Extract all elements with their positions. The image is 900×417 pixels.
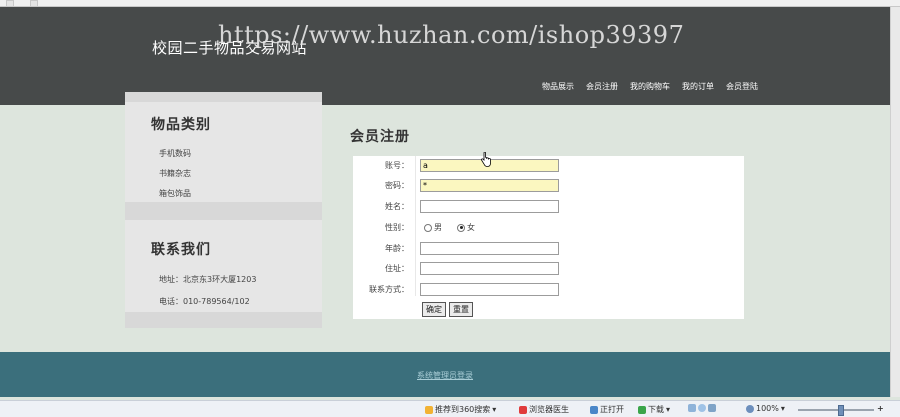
medical-cross-icon	[519, 405, 527, 414]
sidebar: 物品类别 手机数码 书籍杂志 箱包饰品 联系我们 地址：北京东3环大厦1203 …	[125, 92, 322, 328]
form-row-age: 年龄：	[353, 239, 744, 259]
zoom-slider-track[interactable]	[798, 409, 874, 411]
form-row-password: 密码：	[353, 176, 744, 196]
page-icon	[688, 404, 696, 412]
magnifier-icon	[746, 404, 754, 413]
sidebar-band	[125, 312, 322, 328]
statusbar-download-item[interactable]: 下载 ▾	[638, 404, 670, 415]
category-link-bags[interactable]: 箱包饰品	[159, 188, 191, 199]
nav-item-orders[interactable]: 我的订单	[682, 81, 714, 92]
statusbar-opening-label: 正打开	[600, 405, 624, 414]
address-input[interactable]	[420, 262, 559, 275]
age-input[interactable]	[420, 242, 559, 255]
zoom-in-icon[interactable]: +	[877, 404, 884, 413]
thumbs-up-icon	[425, 405, 433, 414]
name-input[interactable]	[420, 200, 559, 213]
site-header: 校园二手物品交易网站 https://www.huzhan.com/ishop3…	[0, 7, 890, 105]
account-label: 账号：	[385, 161, 409, 170]
gender-label: 性别：	[385, 223, 409, 232]
gender-female-radio[interactable]: 女	[457, 222, 475, 233]
browser-status-bar: 推荐到360搜索 ▾ 浏览器医生 正打开 下载 ▾ 100% ▾ +	[0, 400, 900, 417]
download-arrow-icon	[638, 405, 646, 414]
submit-button[interactable]: 确定	[422, 302, 446, 317]
sidebar-band	[125, 92, 322, 102]
hand-cursor-icon	[481, 152, 491, 167]
nav-item-login[interactable]: 会员登陆	[726, 81, 758, 92]
contact-input[interactable]	[420, 283, 559, 296]
password-input[interactable]	[420, 179, 559, 192]
toolbar-grip-icon	[30, 0, 38, 7]
gender-male-radio[interactable]: 男	[424, 222, 442, 233]
contact-address: 地址：北京东3环大厦1203	[159, 275, 257, 284]
form-row-account: 账号：	[353, 156, 744, 176]
nav-item-cart[interactable]: 我的购物车	[630, 81, 670, 92]
statusbar-download-label: 下载	[648, 405, 664, 414]
age-label: 年龄：	[385, 244, 409, 253]
contact-label: 联系方式：	[369, 285, 409, 294]
page-title: 会员注册	[350, 129, 410, 145]
gender-female-label: 女	[467, 223, 475, 232]
reset-button[interactable]: 重置	[449, 302, 473, 317]
category-link-phones[interactable]: 手机数码	[159, 148, 191, 159]
register-form: 账号： 密码： 姓名： 性别： 男 女 年龄： 住址： 联系方式： 确定 重置	[353, 156, 744, 319]
chevron-down-icon: ▾	[780, 404, 785, 413]
statusbar-doctor-label: 浏览器医生	[529, 405, 569, 414]
chevron-down-icon: ▾	[666, 405, 671, 414]
chevron-down-icon: ▾	[492, 405, 497, 414]
statusbar-opening-item[interactable]: 正打开	[590, 404, 624, 415]
statusbar-tool-icons[interactable]	[688, 404, 716, 412]
radio-unchecked-icon	[424, 223, 432, 232]
browser-top-strip	[0, 0, 900, 7]
contact-phone: 电话：010-789564/102	[159, 297, 250, 306]
watermark-text: https://www.huzhan.com/ishop39397	[218, 21, 685, 49]
statusbar-search-item[interactable]: 推荐到360搜索 ▾	[425, 404, 496, 415]
site-footer: 系统管理员登录	[0, 352, 890, 397]
sound-icon	[708, 404, 716, 412]
sidebar-band	[125, 202, 322, 220]
form-row-gender: 性别： 男 女	[353, 218, 744, 238]
main-nav: 物品展示 会员注册 我的购物车 我的订单 会员登陆	[542, 81, 758, 92]
zoom-slider-handle[interactable]	[838, 405, 844, 416]
nav-item-register[interactable]: 会员注册	[586, 81, 618, 92]
name-label: 姓名：	[385, 202, 409, 211]
toolbar-grip-icon	[6, 0, 14, 7]
shield-icon	[698, 404, 706, 412]
zoom-level: 100%	[756, 404, 779, 413]
contact-heading: 联系我们	[151, 242, 211, 258]
category-link-books[interactable]: 书籍杂志	[159, 168, 191, 179]
statusbar-doctor-item[interactable]: 浏览器医生	[519, 404, 569, 415]
statusbar-search-label: 推荐到360搜索	[435, 405, 491, 414]
form-row-name: 姓名：	[353, 197, 744, 217]
vertical-scrollbar[interactable]	[890, 7, 900, 397]
admin-login-link[interactable]: 系统管理员登录	[417, 370, 473, 381]
password-label: 密码：	[385, 181, 409, 190]
globe-icon	[590, 405, 598, 414]
form-row-contact: 联系方式：	[353, 280, 744, 300]
categories-heading: 物品类别	[151, 117, 211, 133]
address-label: 住址：	[385, 264, 409, 273]
statusbar-zoom-item[interactable]: 100% ▾	[746, 404, 785, 413]
radio-checked-icon	[457, 223, 465, 232]
form-row-address: 住址：	[353, 259, 744, 279]
gender-male-label: 男	[434, 223, 442, 232]
nav-item-products[interactable]: 物品展示	[542, 81, 574, 92]
